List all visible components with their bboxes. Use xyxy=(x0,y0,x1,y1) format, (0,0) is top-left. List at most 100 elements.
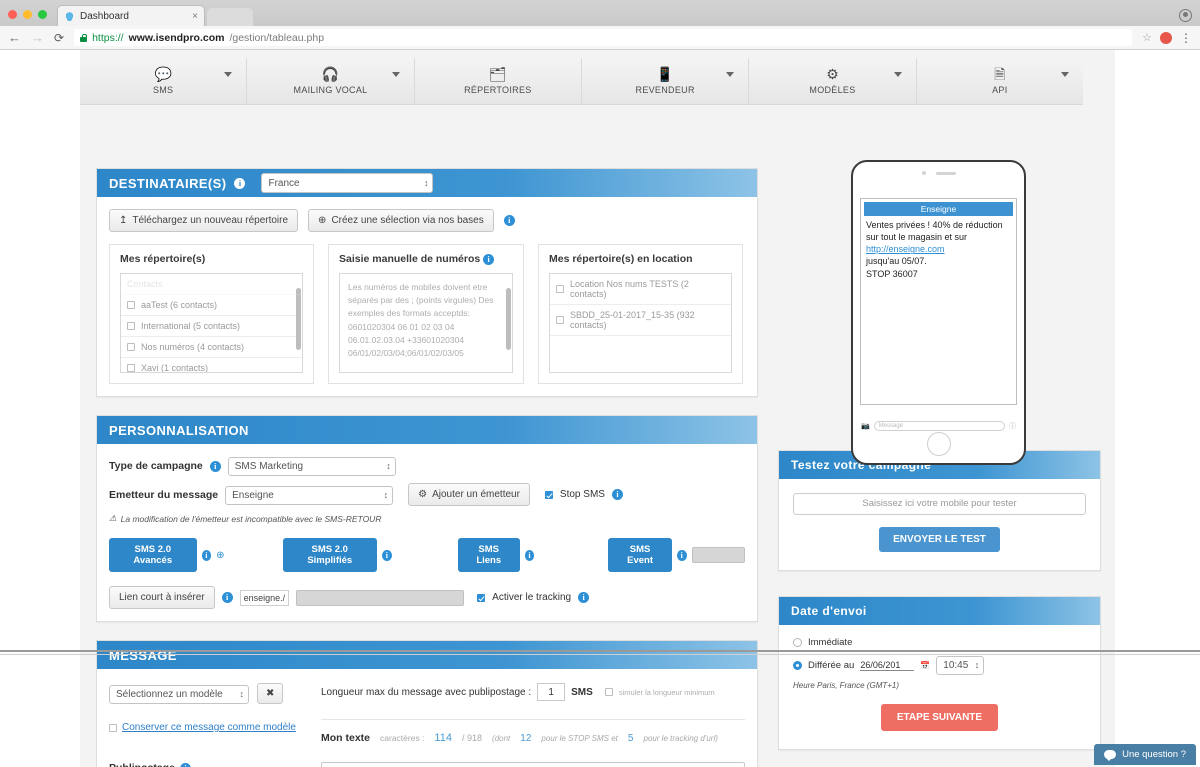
list-item[interactable]: aaTest (6 contacts) xyxy=(121,295,302,316)
test-mobile-input[interactable]: Saisissez ici votre mobile pour tester xyxy=(793,493,1086,515)
selection-info-icon[interactable]: i xyxy=(504,215,515,226)
lien-court-input[interactable] xyxy=(296,590,464,606)
tag-info-icon[interactable]: i xyxy=(525,550,535,561)
stop-sms-checkbox[interactable] xyxy=(545,491,553,499)
saisie-scrollbar[interactable] xyxy=(506,288,511,350)
next-step-button[interactable]: ETAPE SUIVANTE xyxy=(881,704,998,731)
chevron-down-icon[interactable] xyxy=(726,72,734,77)
chevron-down-icon[interactable] xyxy=(224,72,232,77)
time-select[interactable]: 10:45 xyxy=(936,656,984,675)
address-bar[interactable]: https://www.isendpro.com/gestion/tableau… xyxy=(74,29,1132,46)
type-campagne-info-icon[interactable]: i xyxy=(210,461,221,472)
list-item[interactable]: Xavi (1 contacts) xyxy=(121,358,302,373)
list-item[interactable]: Location Nos nums TESTS (2 contacts) xyxy=(550,274,731,305)
immediate-radio[interactable] xyxy=(793,638,802,647)
destinataires-info-icon[interactable]: i xyxy=(234,178,245,189)
tag-button-sms-2-0-simplifi-s[interactable]: SMS 2.0 Simplifiés xyxy=(283,538,377,572)
tag-info-icon[interactable]: i xyxy=(202,550,212,561)
message-textarea[interactable] xyxy=(321,762,745,767)
lien-court-row: Lien court à insérer i enseigne./ Active… xyxy=(109,586,745,609)
tracking-checkbox[interactable] xyxy=(477,594,485,602)
list-item-checkbox[interactable] xyxy=(127,301,135,309)
window-controls[interactable] xyxy=(8,10,57,26)
list-item-checkbox[interactable] xyxy=(127,364,135,372)
send-test-button[interactable]: ENVOYER LE TEST xyxy=(879,527,1000,552)
tag-plus-icon[interactable]: ⊕ xyxy=(216,550,224,561)
list-item[interactable]: International (5 contacts) xyxy=(121,316,302,337)
mes-repertoires-list[interactable]: ContactsaaTest (6 contacts)International… xyxy=(120,273,303,373)
tag-button-sms-liens[interactable]: SMS Liens xyxy=(458,538,520,572)
create-selection-button[interactable]: ⊕ Créez une sélection via nos bases xyxy=(308,209,494,232)
differee-row[interactable]: Différée au 26/06/201 📅 10:45 xyxy=(793,655,1086,675)
tracking-info-icon[interactable]: i xyxy=(578,592,589,603)
page-left-gutter xyxy=(0,50,80,767)
back-button[interactable]: ← xyxy=(8,31,21,44)
list-scrollbar[interactable] xyxy=(296,288,301,350)
list-item[interactable]: Nos numéros (4 contacts) xyxy=(121,337,302,358)
browser-profile-area[interactable] xyxy=(1179,9,1192,22)
sms-link[interactable]: http://enseigne.com xyxy=(866,244,945,254)
tag-button-sms-2-0-avanc-s[interactable]: SMS 2.0 Avancés xyxy=(109,538,197,572)
new-tab-button[interactable] xyxy=(207,8,253,26)
immediate-row[interactable]: Immédiate xyxy=(793,637,1086,648)
phone-mic-icon[interactable]: ⓘ xyxy=(1009,421,1016,431)
list-item-checkbox[interactable] xyxy=(556,316,564,324)
browser-menu-icon[interactable]: ⋮ xyxy=(1180,35,1192,41)
nav-item-mod-les[interactable]: ⚙MODÈLES xyxy=(749,58,916,104)
minimize-window-button[interactable] xyxy=(23,10,32,19)
emetteur-select[interactable]: Enseigne xyxy=(225,486,393,505)
phone-camera-button-icon[interactable]: 📷 xyxy=(861,422,870,430)
chevron-down-icon[interactable] xyxy=(894,72,902,77)
tab-close-icon[interactable]: × xyxy=(192,11,198,22)
browser-tab-dashboard[interactable]: Dashboard × xyxy=(57,5,205,26)
stop-sms-info-icon[interactable]: i xyxy=(612,489,623,500)
calendar-icon[interactable]: 📅 xyxy=(920,661,930,670)
bookmark-star-icon[interactable]: ☆ xyxy=(1142,31,1152,44)
modele-select[interactable]: Sélectionnez un modèle xyxy=(109,685,249,704)
tag-info-icon[interactable]: i xyxy=(382,550,392,561)
nav-item-revendeur[interactable]: 📱REVENDEUR xyxy=(582,58,749,104)
country-select[interactable]: FranceBelgiqueSuisse xyxy=(261,173,433,193)
list-item[interactable]: SBDD_25-01-2017_15-35 (932 contacts) xyxy=(550,305,731,336)
publipostage-info-icon[interactable]: i xyxy=(180,763,191,767)
saisie-manuelle-textarea[interactable]: Les numéros de mobiles doivent etre sépa… xyxy=(339,273,513,373)
lien-court-button[interactable]: Lien court à insérer xyxy=(109,586,215,609)
nav-item-r-pertoires[interactable]: 🗂RÉPERTOIRES xyxy=(415,58,582,104)
conserver-modele-checkbox[interactable] xyxy=(109,724,117,732)
add-emetteur-button[interactable]: ⚙ Ajouter un émetteur xyxy=(408,483,530,506)
saisie-info-icon[interactable]: i xyxy=(483,254,494,265)
differee-radio[interactable] xyxy=(793,661,802,670)
location-list[interactable]: Location Nos nums TESTS (2 contacts)SBDD… xyxy=(549,273,732,373)
phone-message-input[interactable]: Message xyxy=(874,421,1005,431)
extension-icon[interactable] xyxy=(1160,32,1172,44)
clear-modele-button[interactable]: ✖ xyxy=(257,683,283,704)
tag-info-icon[interactable]: i xyxy=(677,550,687,561)
chevron-down-icon[interactable] xyxy=(1061,72,1069,77)
forward-button[interactable]: → xyxy=(31,31,44,44)
profile-avatar-icon[interactable] xyxy=(1179,9,1192,22)
phone-home-button[interactable] xyxy=(927,432,951,456)
nav-item-mailing-vocal[interactable]: 🎧MAILING VOCAL xyxy=(247,58,414,104)
warning-icon: ⚠ xyxy=(109,513,117,524)
upload-repertoire-button[interactable]: ↥ Téléchargez un nouveau répertoire xyxy=(109,209,298,232)
maximize-window-button[interactable] xyxy=(38,10,47,19)
date-input[interactable]: 26/06/201 xyxy=(860,660,914,671)
panel-message: MESSAGE Sélectionnez un modèle ✖ xyxy=(96,640,758,767)
nav-item-sms[interactable]: 💬SMS xyxy=(80,58,247,104)
chat-widget-button[interactable]: Une question ? xyxy=(1094,744,1196,765)
lien-court-info-icon[interactable]: i xyxy=(222,592,233,603)
list-item-checkbox[interactable] xyxy=(127,343,135,351)
nav-item-api[interactable]: 🗎API xyxy=(917,58,1083,104)
longueur-max-input[interactable]: 1 xyxy=(537,683,565,701)
close-window-button[interactable] xyxy=(8,10,17,19)
list-item-checkbox[interactable] xyxy=(556,285,564,293)
list-item-checkbox[interactable] xyxy=(127,322,135,330)
sms-line-2: jusqu'au 05/07. xyxy=(866,256,927,266)
tag-button-sms-event[interactable]: SMS Event xyxy=(608,538,672,572)
reload-button[interactable]: ⟳ xyxy=(54,32,64,44)
conserver-modele-label[interactable]: Conserver ce message comme modèle xyxy=(122,722,296,733)
sms-event-input[interactable] xyxy=(692,547,745,563)
chevron-down-icon[interactable] xyxy=(392,72,400,77)
simuler-longueur-checkbox[interactable] xyxy=(605,688,613,696)
type-campagne-select[interactable]: SMS MarketingSMS Notification xyxy=(228,457,396,476)
